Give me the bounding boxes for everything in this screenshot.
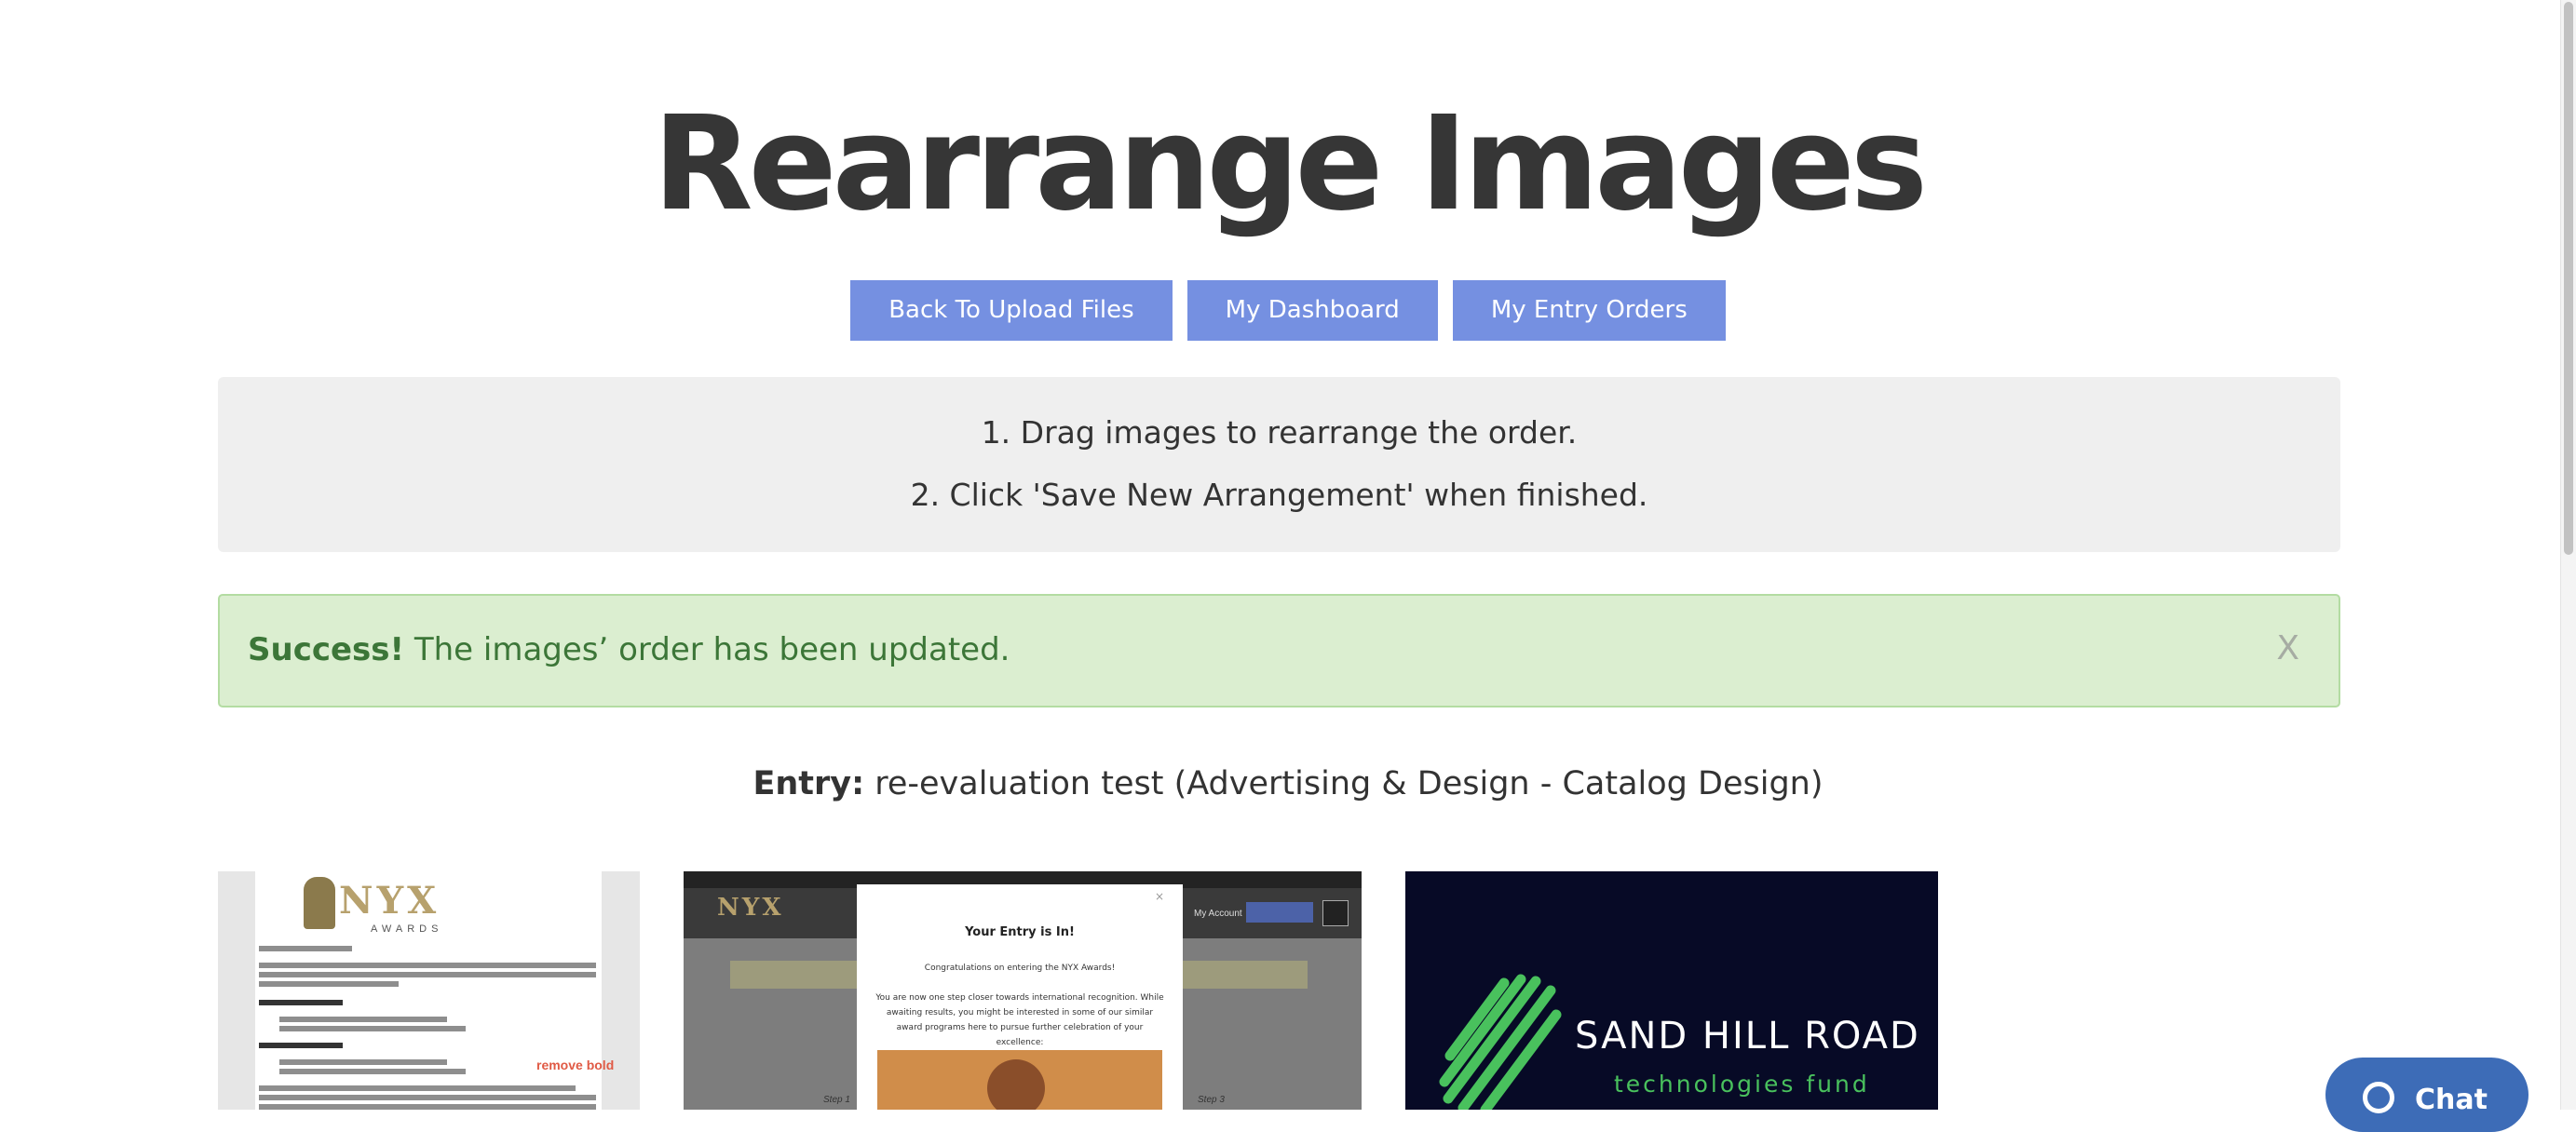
sand-hill-road-subtitle: technologies fund [1614,1071,1870,1098]
my-entry-orders-button[interactable]: My Entry Orders [1452,280,1726,341]
sand-hill-road-title: SAND HILL ROAD [1575,1015,1920,1058]
alert-message: Success! The images’ order has been upda… [248,631,1010,668]
nyx-logo-text: NYX [339,879,441,923]
entry-label: Entry: [752,765,865,802]
doc-text-line [259,963,596,968]
alert-strong: Success! [248,631,405,668]
vertical-scrollbar[interactable] [2560,0,2576,1110]
nav-button-group: Back To Upload Files My Dashboard My Ent… [0,280,2576,341]
doc-text-line [259,1000,343,1005]
doc-text-line [259,946,352,951]
chat-label: Chat [2415,1084,2488,1116]
annotation-label: remove bold [536,1058,615,1072]
step-label: Step 1 [823,1095,850,1105]
my-dashboard-button[interactable]: My Dashboard [1186,280,1438,341]
doc-text-line [259,1104,596,1110]
poster-image [877,1050,1162,1110]
my-account-text: My Account [1194,909,1242,919]
modal-text: Congratulations on entering the NYX Awar… [924,964,1116,973]
instruction-step-2: 2. Click 'Save New Arrangement' when fin… [910,477,1648,513]
avatar-icon [1322,900,1349,926]
close-icon: × [1154,890,1164,903]
doc-text-line [259,1043,343,1048]
modal-title: Your Entry is In! [965,925,1075,939]
chat-bubble-icon [2363,1082,2394,1113]
back-to-upload-files-button[interactable]: Back To Upload Files [850,280,1173,341]
alert-text: The images’ order has been updated. [404,631,1010,668]
doc-text-line [259,1085,576,1091]
success-alert: Success! The images’ order has been upda… [218,594,2340,708]
nyx-logo-text: NYX [717,894,784,922]
step-label: Step 3 [1198,1095,1225,1105]
doc-text-line [279,1069,466,1074]
instructions-panel: 1. Drag images to rearrange the order. 2… [218,377,2340,552]
doc-text-line [279,1059,447,1065]
nyx-trophy-icon [304,877,335,929]
scrollbar-thumb[interactable] [2564,2,2573,555]
poster-figure [987,1059,1045,1110]
doc-text-line [279,1026,466,1031]
doc-text-line [279,1017,447,1022]
image-thumbnail-3[interactable]: SAND HILL ROAD technologies fund [1405,871,1938,1110]
page-title: Rearrange Images [652,88,1928,240]
doc-text-line [259,981,399,987]
modal-text: You are now one step closer towards inte… [875,993,1164,1047]
instruction-step-1: 1. Drag images to rearrange the order. [981,414,1578,451]
image-thumbnail-1[interactable]: NYX AWARDS remove bold [218,871,640,1110]
entry-heading: Entry: re-evaluation test (Advertising &… [0,765,2576,802]
chat-button[interactable]: Chat [2325,1058,2529,1132]
entry-modal: × Your Entry is In! Congratulations on e… [857,884,1183,1110]
doc-text-line [259,972,596,977]
entry-value: re-evaluation test (Advertising & Design… [864,765,1824,802]
nyx-logo-subtext: AWARDS [371,923,443,935]
enter-awards-button-shape [1246,902,1313,923]
alert-close-button[interactable]: X [2276,629,2299,667]
email-document: NYX AWARDS [255,871,602,1110]
diagonal-stripes-logo-icon [1439,974,1562,1110]
doc-text-line [259,1095,596,1100]
image-thumbnail-2[interactable]: NYX My Account Step 1 Step 3 × Your Entr… [684,871,1362,1110]
